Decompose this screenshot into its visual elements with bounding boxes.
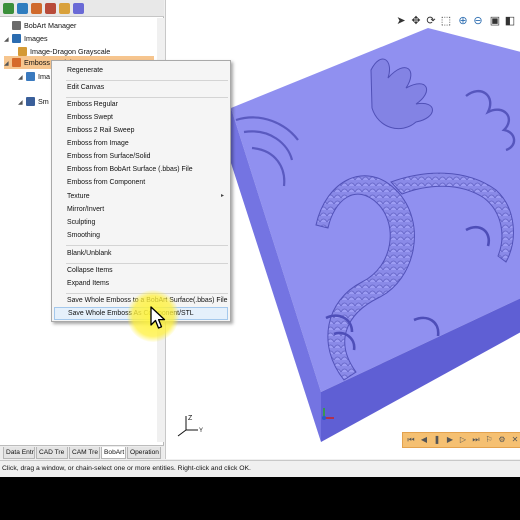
menu-item-blank-unblank[interactable]: Blank/Unblank — [54, 247, 228, 260]
menu-separator — [66, 245, 228, 246]
emboss-tool-icon[interactable] — [31, 3, 42, 14]
app-window: BobArt Manager ◢ Images Image-Dragon Gray… — [0, 0, 520, 477]
tab-bobart[interactable]: BobArt — [101, 447, 126, 459]
pause-icon[interactable]: ❚ — [432, 435, 442, 445]
svg-text:Z: Z — [188, 415, 193, 422]
zoom-out-icon[interactable]: ⊖ — [471, 14, 485, 28]
tree-item-label: Images — [24, 34, 48, 43]
menu-item-emboss-from-image[interactable]: Emboss from Image — [54, 137, 228, 150]
image-icon — [18, 47, 27, 56]
menu-item-mirror-invert[interactable]: Mirror/Invert — [54, 203, 228, 216]
menu-item-texture[interactable]: Texture ▸ — [54, 190, 228, 203]
menu-item-emboss-2-rail-sweep[interactable]: Emboss 2 Rail Sweep — [54, 124, 228, 137]
menu-item-regenerate[interactable]: Regenerate — [54, 64, 228, 77]
tree-item-label: Ima — [38, 72, 50, 81]
context-menu: Regenerate Edit Canvas Emboss Regular Em… — [51, 60, 231, 322]
menu-item-emboss-swept[interactable]: Emboss Swept — [54, 111, 228, 124]
select-arrow-icon[interactable]: ➤ — [394, 14, 408, 28]
menu-item-expand-items[interactable]: Expand Items — [54, 277, 228, 290]
layer-icon[interactable] — [17, 3, 28, 14]
add-icon[interactable] — [3, 3, 14, 14]
menu-item-emboss-from-component[interactable]: Emboss from Component — [54, 176, 228, 189]
folder-icon — [12, 34, 21, 43]
view-cube-icon[interactable]: ▣ — [488, 14, 502, 28]
menu-item-collapse-items[interactable]: Collapse Items — [54, 264, 228, 277]
panel-tabs: Data Entr CAD Tre CAM Tre BobArt Operati… — [0, 445, 164, 459]
menu-item-smoothing[interactable]: Smoothing — [54, 229, 228, 242]
status-bar: Click, drag a window, or chain-select on… — [0, 460, 520, 477]
emboss-icon — [12, 58, 21, 67]
tool-path-icon[interactable]: ⚐ — [484, 435, 494, 445]
pan-icon[interactable]: ✥ — [409, 14, 423, 28]
svg-text:Y: Y — [199, 428, 203, 434]
close-icon[interactable]: ✕ — [510, 435, 520, 445]
submenu-arrow-icon: ▸ — [220, 193, 224, 199]
step-back-icon[interactable]: ◀ — [419, 435, 429, 445]
menu-item-emboss-from-surface[interactable]: Emboss from Surface/Solid — [54, 150, 228, 163]
step-forward-icon[interactable]: ▷ — [458, 435, 468, 445]
tab-cam-tree[interactable]: CAM Tre — [69, 447, 100, 459]
expand-arrow-icon[interactable]: ◢ — [18, 97, 26, 110]
menu-item-label: Texture — [67, 193, 90, 200]
play-last-icon[interactable]: ⏭ — [471, 435, 481, 445]
simulation-toolbar: ⏮ ◀ ❚ ▶ ▷ ⏭ ⚐ ⚙ ✕ — [402, 432, 520, 448]
settings-icon[interactable]: ⚙ — [497, 435, 507, 445]
render-icon[interactable]: ◧ — [503, 14, 517, 28]
rotate-icon[interactable]: ⟳ — [424, 14, 438, 28]
expand-arrow-icon[interactable]: ◢ — [4, 34, 12, 47]
image-icon — [26, 72, 35, 81]
tree-item-image-sub[interactable]: ◢ Ima — [18, 70, 50, 83]
image-tool-icon[interactable] — [59, 3, 70, 14]
menu-item-sculpting[interactable]: Sculpting — [54, 216, 228, 229]
menu-item-edit-canvas[interactable]: Edit Canvas — [54, 81, 228, 94]
tab-data-entry[interactable]: Data Entr — [3, 447, 35, 459]
menu-item-emboss-from-bbas[interactable]: Emboss from BobArt Surface (.bbas) File — [54, 163, 228, 176]
tab-operation[interactable]: Operation — [127, 447, 161, 459]
play-first-icon[interactable]: ⏮ — [406, 435, 416, 445]
expand-arrow-icon[interactable]: ◢ — [4, 58, 12, 71]
tree-item-images[interactable]: ◢ Images — [4, 32, 48, 45]
zoom-window-icon[interactable]: ⬚ — [439, 14, 453, 28]
surface-tool-icon[interactable] — [73, 3, 84, 14]
sculpt-icon[interactable] — [45, 3, 56, 14]
bobart-manager-icon — [12, 21, 21, 30]
tree-item-bobart-manager[interactable]: BobArt Manager — [4, 19, 76, 32]
tab-cad-tree[interactable]: CAD Tre — [36, 447, 68, 459]
tree-item-label: Image-Dragon Grayscale — [30, 47, 111, 56]
smoothing-icon — [26, 97, 35, 106]
tree-item-label: BobArt Manager — [24, 21, 77, 30]
expand-arrow-icon[interactable]: ◢ — [18, 72, 26, 85]
play-icon[interactable]: ▶ — [445, 435, 455, 445]
axis-triad-icon: Z Y — [177, 415, 203, 437]
tree-item-smoothing[interactable]: ◢ Sm — [18, 95, 49, 108]
tree-item-label: Sm — [38, 97, 49, 106]
mouse-pointer-icon — [150, 306, 166, 329]
menu-item-emboss-regular[interactable]: Emboss Regular — [54, 98, 228, 111]
tree-toolbar — [0, 0, 164, 17]
zoom-in-icon[interactable]: ⊕ — [456, 14, 470, 28]
